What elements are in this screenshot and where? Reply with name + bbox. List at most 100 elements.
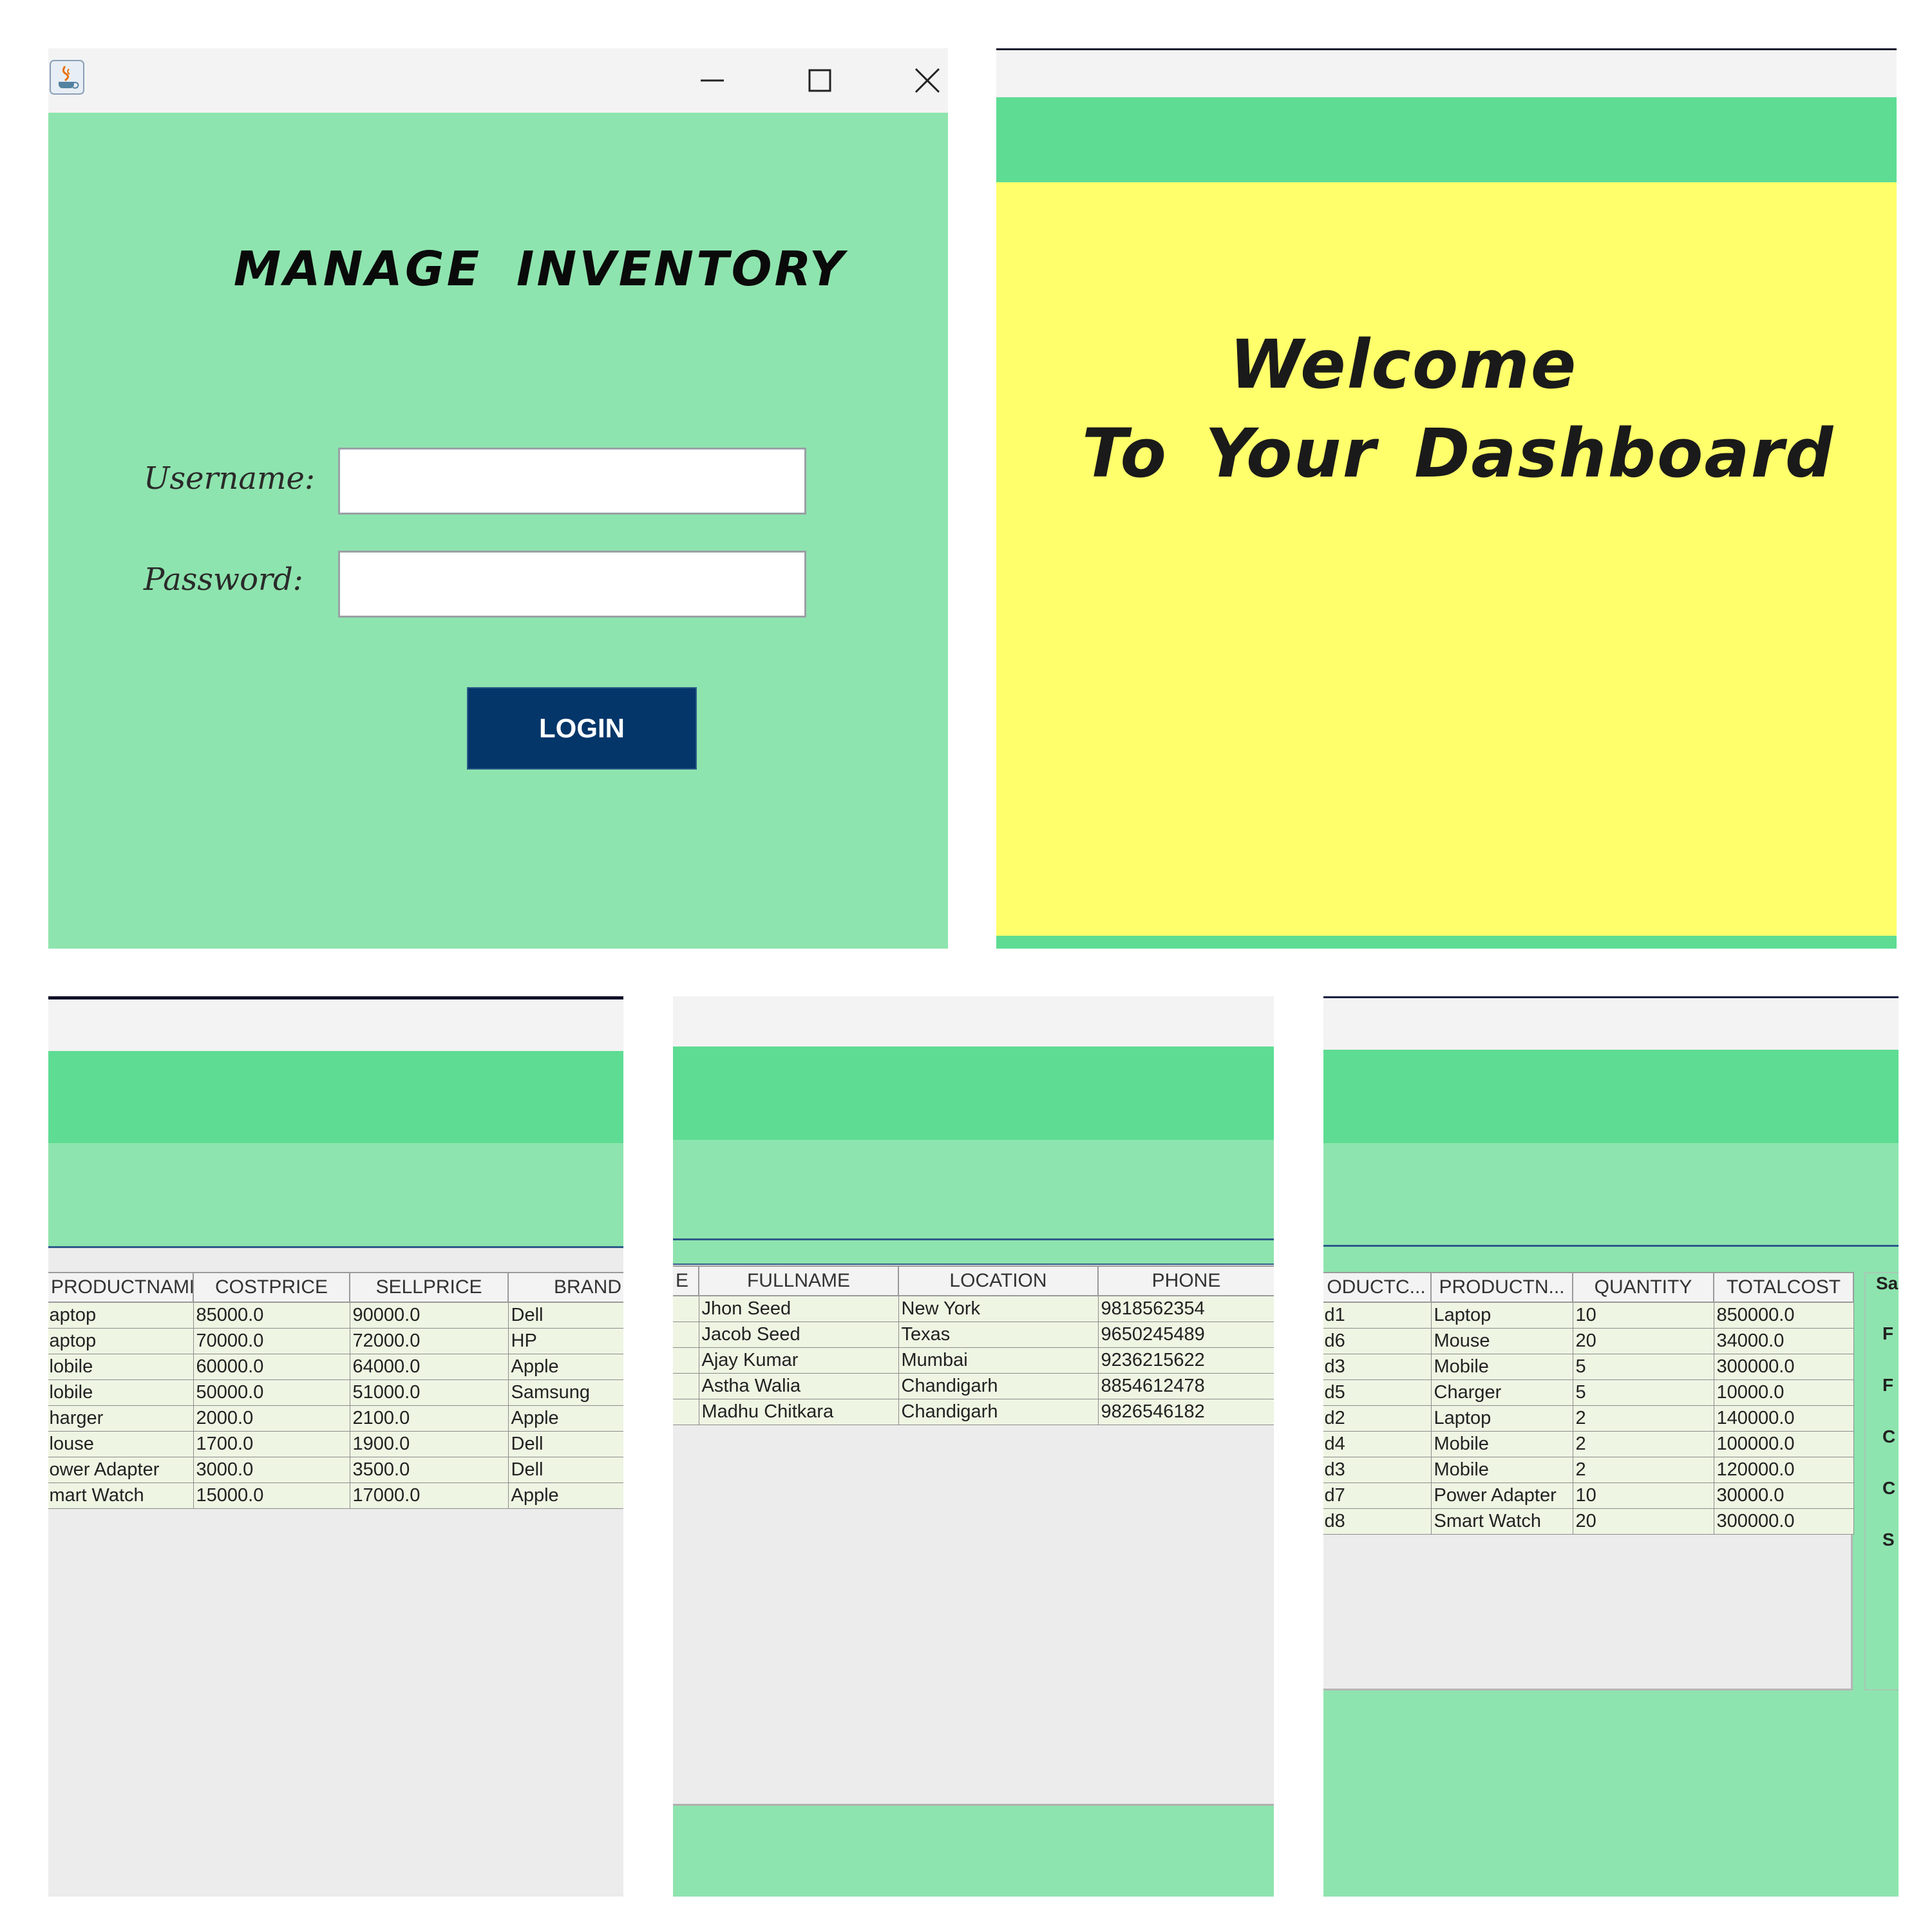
table-cell[interactable]: ower Adapter bbox=[48, 1457, 194, 1483]
table-cell[interactable]: 300000.0 bbox=[1713, 1354, 1854, 1380]
column-header[interactable]: BRAND bbox=[507, 1272, 623, 1303]
table-cell[interactable]: Chandigarh bbox=[898, 1373, 1099, 1399]
table-row[interactable]: louse 1700.0 1900.0 Dell bbox=[48, 1431, 623, 1457]
table-row[interactable]: Jhon Seed New York 9818562354 bbox=[673, 1295, 1274, 1322]
column-header[interactable]: PHONE bbox=[1097, 1265, 1274, 1296]
table-cell[interactable]: 300000.0 bbox=[1713, 1508, 1854, 1535]
table-cell[interactable]: Dell bbox=[507, 1302, 623, 1329]
table-cell[interactable]: Texas bbox=[898, 1321, 1099, 1348]
table-cell[interactable]: 100000.0 bbox=[1713, 1431, 1854, 1457]
column-header[interactable]: ODUCTC... bbox=[1323, 1272, 1432, 1303]
table-cell[interactable] bbox=[673, 1347, 699, 1374]
table-cell[interactable]: 2000.0 bbox=[193, 1405, 350, 1432]
table-cell[interactable]: lobile bbox=[48, 1354, 194, 1380]
table-cell[interactable]: New York bbox=[898, 1295, 1099, 1322]
table-cell[interactable]: 2 bbox=[1572, 1405, 1714, 1432]
close-icon[interactable] bbox=[909, 64, 945, 97]
table-cell[interactable]: 90000.0 bbox=[349, 1302, 509, 1329]
table-cell[interactable]: 9236215622 bbox=[1097, 1347, 1274, 1374]
table-cell[interactable]: 8854612478 bbox=[1097, 1373, 1274, 1399]
table-cell[interactable]: 20 bbox=[1572, 1508, 1714, 1535]
table-cell[interactable]: Dell bbox=[507, 1457, 623, 1483]
table-row[interactable]: d3 Mobile 2 120000.0 bbox=[1323, 1457, 1854, 1483]
table-cell[interactable]: mart Watch bbox=[48, 1482, 194, 1509]
table-cell[interactable]: harger bbox=[48, 1405, 194, 1432]
table-cell[interactable]: 1700.0 bbox=[193, 1431, 350, 1457]
table-cell[interactable]: 120000.0 bbox=[1713, 1457, 1854, 1483]
login-button[interactable]: LOGIN bbox=[467, 687, 697, 770]
table-row[interactable]: Madhu Chitkara Chandigarh 9826546182 bbox=[673, 1399, 1274, 1425]
table-cell[interactable]: 3000.0 bbox=[193, 1457, 350, 1483]
table-cell[interactable]: 34000.0 bbox=[1713, 1328, 1854, 1354]
table-row[interactable]: lobile 60000.0 64000.0 Apple bbox=[48, 1354, 623, 1380]
table-cell[interactable]: 10000.0 bbox=[1713, 1379, 1854, 1406]
table-cell[interactable]: d8 bbox=[1323, 1508, 1432, 1535]
table-cell[interactable]: Mobile bbox=[1430, 1354, 1573, 1380]
table-cell[interactable]: Jhon Seed bbox=[698, 1295, 899, 1322]
table-cell[interactable]: Laptop bbox=[1430, 1405, 1573, 1432]
table-row[interactable]: Astha Walia Chandigarh 8854612478 bbox=[673, 1373, 1274, 1399]
table-cell[interactable]: Smart Watch bbox=[1430, 1508, 1573, 1535]
column-header[interactable]: PRODUCTNAME bbox=[48, 1272, 194, 1303]
table-row[interactable]: aptop 70000.0 72000.0 HP bbox=[48, 1328, 623, 1354]
table-row[interactable]: mart Watch 15000.0 17000.0 Apple bbox=[48, 1482, 623, 1509]
table-row[interactable]: lobile 50000.0 51000.0 Samsung bbox=[48, 1379, 623, 1406]
table-cell[interactable]: 9650245489 bbox=[1097, 1321, 1274, 1348]
username-input[interactable] bbox=[338, 448, 806, 515]
column-header[interactable]: COSTPRICE bbox=[193, 1272, 350, 1303]
table-cell[interactable]: Power Adapter bbox=[1430, 1482, 1573, 1509]
table-row[interactable]: aptop 85000.0 90000.0 Dell bbox=[48, 1302, 623, 1329]
table-cell[interactable]: Astha Walia bbox=[698, 1373, 899, 1399]
table-cell[interactable]: Madhu Chitkara bbox=[698, 1399, 899, 1425]
table-row[interactable]: Jacob Seed Texas 9650245489 bbox=[673, 1321, 1274, 1348]
table-cell[interactable]: d4 bbox=[1323, 1431, 1432, 1457]
table-cell[interactable]: Charger bbox=[1430, 1379, 1573, 1406]
table-cell[interactable] bbox=[673, 1373, 699, 1399]
table-cell[interactable]: Dell bbox=[507, 1431, 623, 1457]
table-cell[interactable]: Mobile bbox=[1430, 1431, 1573, 1457]
table-cell[interactable]: 64000.0 bbox=[349, 1354, 509, 1380]
table-row[interactable]: ower Adapter 3000.0 3500.0 Dell bbox=[48, 1457, 623, 1483]
table-cell[interactable]: d3 bbox=[1323, 1354, 1432, 1380]
password-input[interactable] bbox=[338, 551, 806, 618]
table-cell[interactable]: 5 bbox=[1572, 1354, 1714, 1380]
table-cell[interactable]: 10 bbox=[1572, 1302, 1714, 1329]
table-row[interactable]: d3 Mobile 5 300000.0 bbox=[1323, 1354, 1854, 1380]
table-cell[interactable]: 5 bbox=[1572, 1379, 1714, 1406]
table-cell[interactable]: Mobile bbox=[1430, 1457, 1573, 1483]
maximize-icon[interactable] bbox=[802, 64, 838, 97]
minimize-icon[interactable] bbox=[694, 64, 730, 97]
table-cell[interactable]: 2 bbox=[1572, 1457, 1714, 1483]
table-cell[interactable]: Apple bbox=[507, 1482, 623, 1509]
column-header[interactable]: LOCATION bbox=[898, 1265, 1099, 1296]
table-cell[interactable]: 50000.0 bbox=[193, 1379, 350, 1406]
table-cell[interactable]: 3500.0 bbox=[349, 1457, 509, 1483]
table-cell[interactable]: 20 bbox=[1572, 1328, 1714, 1354]
table-row[interactable]: d2 Laptop 2 140000.0 bbox=[1323, 1405, 1854, 1432]
table-cell[interactable] bbox=[673, 1321, 699, 1348]
table-cell[interactable] bbox=[673, 1295, 699, 1322]
table-row[interactable]: d5 Charger 5 10000.0 bbox=[1323, 1379, 1854, 1406]
table-cell[interactable]: d3 bbox=[1323, 1457, 1432, 1483]
table-cell[interactable]: 85000.0 bbox=[193, 1302, 350, 1329]
table-cell[interactable]: 9826546182 bbox=[1097, 1399, 1274, 1425]
table-cell[interactable]: 9818562354 bbox=[1097, 1295, 1274, 1322]
table-cell[interactable]: d5 bbox=[1323, 1379, 1432, 1406]
table-row[interactable]: harger 2000.0 2100.0 Apple bbox=[48, 1405, 623, 1432]
table-cell[interactable] bbox=[673, 1399, 699, 1425]
column-header[interactable]: PRODUCTN... bbox=[1430, 1272, 1573, 1303]
table-cell[interactable]: d2 bbox=[1323, 1405, 1432, 1432]
column-header[interactable]: SELLPRICE bbox=[349, 1272, 509, 1303]
table-cell[interactable]: 140000.0 bbox=[1713, 1405, 1854, 1432]
table-cell[interactable]: 72000.0 bbox=[349, 1328, 509, 1354]
table-row[interactable]: Ajay Kumar Mumbai 9236215622 bbox=[673, 1347, 1274, 1374]
table-cell[interactable]: 850000.0 bbox=[1713, 1302, 1854, 1329]
table-cell[interactable]: 2 bbox=[1572, 1431, 1714, 1457]
table-cell[interactable]: Apple bbox=[507, 1405, 623, 1432]
table-row[interactable]: d4 Mobile 2 100000.0 bbox=[1323, 1431, 1854, 1457]
table-row[interactable]: d7 Power Adapter 10 30000.0 bbox=[1323, 1482, 1854, 1509]
table-cell[interactable]: Laptop bbox=[1430, 1302, 1573, 1329]
table-cell[interactable]: aptop bbox=[48, 1328, 194, 1354]
table-cell[interactable]: Mouse bbox=[1430, 1328, 1573, 1354]
column-header[interactable]: FULLNAME bbox=[698, 1265, 899, 1296]
